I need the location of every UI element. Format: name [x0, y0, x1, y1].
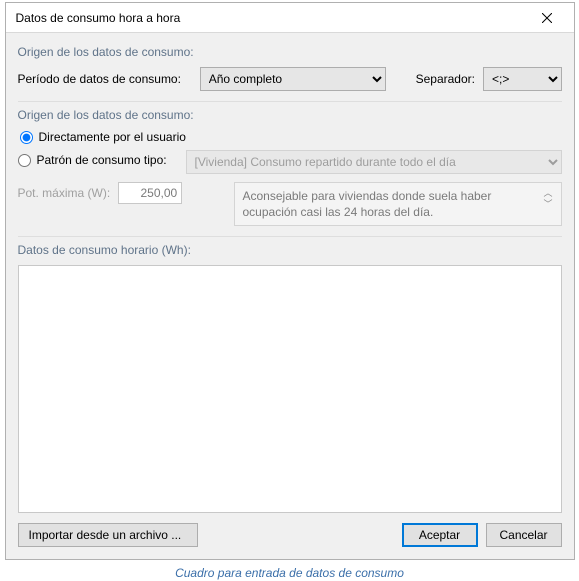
- group-origin-2: Origen de los datos de consumo: Directam…: [18, 108, 562, 237]
- desc-scroll: ︿ ﹀: [543, 189, 552, 209]
- pattern-row: Patrón de consumo tipo: [Vivienda] Consu…: [18, 150, 562, 174]
- radio-user[interactable]: [20, 131, 33, 144]
- description-text: Aconsejable para viviendas donde suela h…: [243, 189, 536, 220]
- pot-label: Pot. máxima (W):: [18, 186, 111, 200]
- cancel-button[interactable]: Cancelar: [486, 523, 562, 547]
- period-label: Período de datos de consumo:: [18, 72, 192, 86]
- period-select[interactable]: Año completo: [200, 67, 386, 91]
- group-origin-1-heading: Origen de los datos de consumo:: [18, 45, 562, 59]
- close-icon: [542, 13, 552, 23]
- close-button[interactable]: [528, 8, 566, 28]
- row-period: Período de datos de consumo: Año complet…: [18, 67, 562, 91]
- radio-user-label: Directamente por el usuario: [39, 130, 186, 144]
- radio-pattern-label: Patrón de consumo tipo:: [37, 153, 167, 167]
- group-hourly: Datos de consumo horario (Wh):: [18, 243, 562, 513]
- radio-pattern[interactable]: [18, 154, 31, 167]
- dialog-body: Origen de los datos de consumo: Período …: [6, 33, 574, 559]
- pot-input: [118, 182, 182, 204]
- radio-user-row[interactable]: Directamente por el usuario: [20, 130, 562, 144]
- chevron-up-icon[interactable]: ︿: [543, 189, 552, 198]
- hourly-textarea[interactable]: [18, 265, 562, 513]
- caption: Cuadro para entrada de datos de consumo: [0, 566, 579, 580]
- footer: Importar desde un archivo ... Aceptar Ca…: [18, 523, 562, 547]
- accept-button[interactable]: Aceptar: [402, 523, 478, 547]
- group-hourly-heading: Datos de consumo horario (Wh):: [18, 243, 562, 257]
- pattern-select: [Vivienda] Consumo repartido durante tod…: [186, 150, 562, 174]
- group-origin-1: Origen de los datos de consumo: Período …: [18, 45, 562, 102]
- separator-label: Separador:: [416, 72, 475, 86]
- import-button[interactable]: Importar desde un archivo ...: [18, 523, 198, 547]
- titlebar: Datos de consumo hora a hora: [6, 3, 574, 33]
- description-box: Aconsejable para viviendas donde suela h…: [234, 182, 562, 226]
- group-origin-2-heading: Origen de los datos de consumo:: [18, 108, 562, 122]
- separator-select[interactable]: <;>: [483, 67, 562, 91]
- radio-pattern-row[interactable]: Patrón de consumo tipo:: [18, 153, 178, 167]
- dialog-title: Datos de consumo hora a hora: [16, 11, 181, 25]
- dialog: Datos de consumo hora a hora Origen de l…: [5, 2, 575, 560]
- chevron-down-icon[interactable]: ﹀: [543, 200, 552, 209]
- desc-row: Pot. máxima (W): Aconsejable para vivien…: [18, 182, 562, 226]
